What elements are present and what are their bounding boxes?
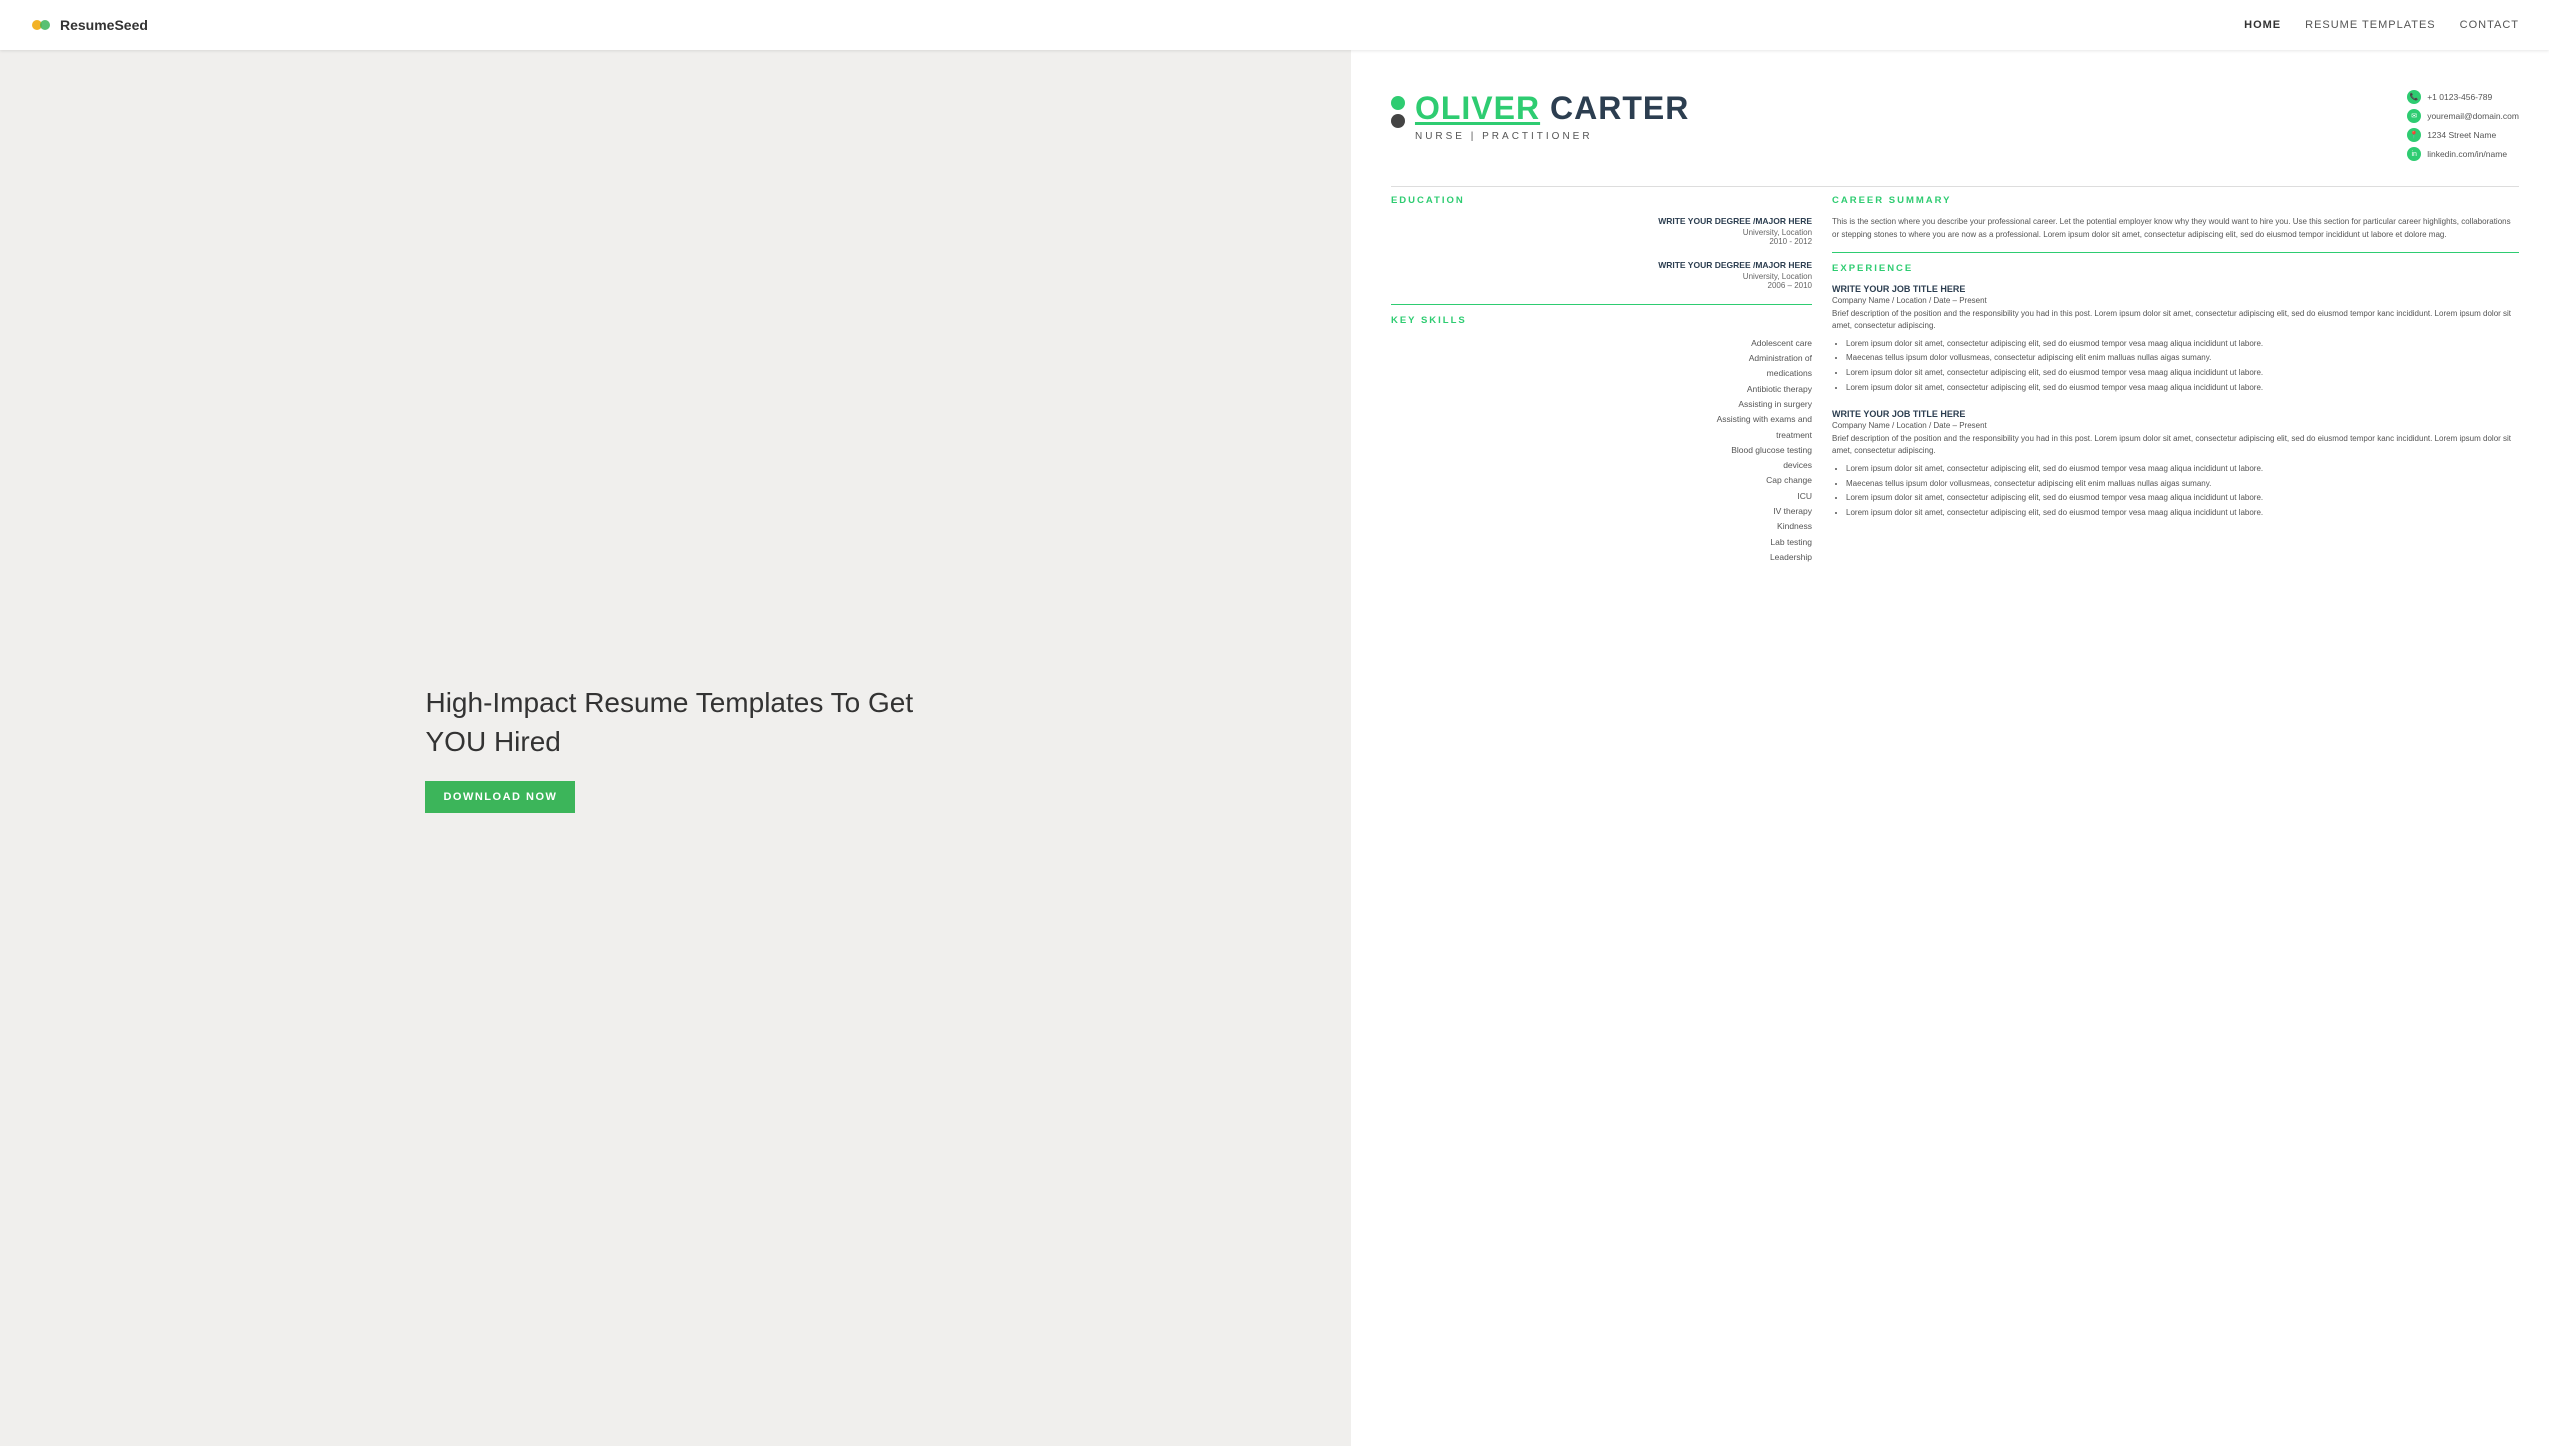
skill-11: ICU	[1391, 489, 1812, 504]
edu-years-2: 2006 – 2010	[1391, 281, 1812, 290]
career-summary-title: CAREER SUMMARY	[1832, 195, 2519, 206]
left-panel: High-Impact Resume Templates To Get YOU …	[0, 50, 1351, 1446]
contact-address: 📍 1234 Street Name	[2407, 128, 2519, 142]
header-divider	[1391, 186, 2519, 187]
career-summary-text: This is the section where you describe y…	[1832, 216, 2519, 242]
exp-bullets-1: Lorem ipsum dolor sit amet, consectetur …	[1832, 338, 2519, 395]
resume-first-name: OLIVER	[1415, 90, 1540, 126]
email-icon: ✉	[2407, 109, 2421, 123]
exp-company-2: Company Name / Location / Date – Present	[1832, 421, 2519, 430]
exp-job-title-2: WRITE YOUR JOB TITLE HERE	[1832, 409, 2519, 419]
skill-4: Antibiotic therapy	[1391, 382, 1812, 397]
summary-exp-divider	[1832, 252, 2519, 253]
skill-2: Administration of	[1391, 351, 1812, 366]
exp-bullet-1-3: Lorem ipsum dolor sit amet, consectetur …	[1846, 367, 2519, 380]
skill-5: Assisting in surgery	[1391, 397, 1812, 412]
skill-6: Assisting with exams and	[1391, 412, 1812, 427]
resume-contact-block: 📞 +1 0123-456-789 ✉ youremail@domain.com…	[2407, 90, 2519, 166]
education-section-title: EDUCATION	[1391, 195, 1812, 206]
location-icon: 📍	[2407, 128, 2421, 142]
exp-entry-2: WRITE YOUR JOB TITLE HERE Company Name /…	[1832, 409, 2519, 520]
nav-contact[interactable]: CONTACT	[2460, 19, 2519, 31]
exp-bullet-2-3: Lorem ipsum dolor sit amet, consectetur …	[1846, 492, 2519, 505]
nav-home[interactable]: HOME	[2244, 19, 2281, 31]
edu-skills-divider	[1391, 304, 1812, 305]
edu-entry-1: WRITE YOUR DEGREE /MAJOR HERE University…	[1391, 216, 1812, 246]
skill-1: Adolescent care	[1391, 336, 1812, 351]
resume-full-name: OLIVER CARTER	[1415, 90, 1689, 127]
skill-15: Leadership	[1391, 550, 1812, 565]
exp-entry-1: WRITE YOUR JOB TITLE HERE Company Name /…	[1832, 284, 2519, 395]
edu-years-1: 2010 - 2012	[1391, 237, 1812, 246]
nav-links: HOME RESUME TEMPLATES CONTACT	[2244, 19, 2519, 31]
hero-title: High-Impact Resume Templates To Get YOU …	[425, 683, 925, 761]
exp-bullet-2-2: Maecenas tellus ipsum dolor vollusmeas, …	[1846, 478, 2519, 491]
resume-name-block: OLIVER CARTER NURSE | PRACTITIONER	[1391, 90, 1689, 142]
skill-14: Lab testing	[1391, 535, 1812, 550]
exp-bullet-2-1: Lorem ipsum dolor sit amet, consectetur …	[1846, 463, 2519, 476]
skill-3: medications	[1391, 366, 1812, 381]
logo-text: ResumeSeed	[60, 17, 148, 33]
resume-preview: OLIVER CARTER NURSE | PRACTITIONER 📞 +1 …	[1351, 50, 2549, 1446]
resume-dots	[1391, 96, 1405, 128]
linkedin-icon: in	[2407, 147, 2421, 161]
exp-company-1: Company Name / Location / Date – Present	[1832, 296, 2519, 305]
navbar: ResumeSeed HOME RESUME TEMPLATES CONTACT	[0, 0, 2549, 50]
edu-entry-2: WRITE YOUR DEGREE /MAJOR HERE University…	[1391, 260, 1812, 290]
exp-desc-2: Brief description of the position and th…	[1832, 433, 2519, 457]
skill-13: Kindness	[1391, 519, 1812, 534]
exp-job-title-1: WRITE YOUR JOB TITLE HERE	[1832, 284, 2519, 294]
resume-left-column: EDUCATION WRITE YOUR DEGREE /MAJOR HERE …	[1391, 195, 1812, 565]
skill-10: Cap change	[1391, 473, 1812, 488]
nav-resume-templates[interactable]: RESUME TEMPLATES	[2305, 19, 2436, 31]
edu-degree-2: WRITE YOUR DEGREE /MAJOR HERE	[1391, 260, 1812, 272]
download-button[interactable]: DOWNLOAD NOW	[425, 781, 575, 813]
exp-bullet-2-4: Lorem ipsum dolor sit amet, consectetur …	[1846, 507, 2519, 520]
resume-body: EDUCATION WRITE YOUR DEGREE /MAJOR HERE …	[1391, 195, 2519, 565]
page-wrapper: High-Impact Resume Templates To Get YOU …	[0, 0, 2549, 1446]
phone-icon: 📞	[2407, 90, 2421, 104]
contact-linkedin: in linkedin.com/in/name	[2407, 147, 2519, 161]
exp-desc-1: Brief description of the position and th…	[1832, 308, 2519, 332]
edu-school-1: University, Location	[1391, 228, 1812, 237]
resume-right-column: CAREER SUMMARY This is the section where…	[1832, 195, 2519, 565]
skill-8: Blood glucose testing	[1391, 443, 1812, 458]
dot-dark	[1391, 114, 1405, 128]
logo[interactable]: ResumeSeed	[30, 14, 148, 36]
resume-identity: OLIVER CARTER NURSE | PRACTITIONER	[1415, 90, 1689, 142]
skill-12: IV therapy	[1391, 504, 1812, 519]
exp-bullet-1-4: Lorem ipsum dolor sit amet, consectetur …	[1846, 382, 2519, 395]
dot-green	[1391, 96, 1405, 110]
contact-phone: 📞 +1 0123-456-789	[2407, 90, 2519, 104]
skill-9: devices	[1391, 458, 1812, 473]
edu-degree-1: WRITE YOUR DEGREE /MAJOR HERE	[1391, 216, 1812, 228]
exp-bullet-1-1: Lorem ipsum dolor sit amet, consectetur …	[1846, 338, 2519, 351]
edu-school-2: University, Location	[1391, 272, 1812, 281]
contact-email: ✉ youremail@domain.com	[2407, 109, 2519, 123]
resume-header: OLIVER CARTER NURSE | PRACTITIONER 📞 +1 …	[1391, 90, 2519, 166]
skills-list: Adolescent care Administration of medica…	[1391, 336, 1812, 565]
skills-section-title: KEY SKILLS	[1391, 315, 1812, 326]
resume-last-name: CARTER	[1550, 90, 1689, 126]
logo-icon	[30, 14, 52, 36]
exp-bullets-2: Lorem ipsum dolor sit amet, consectetur …	[1832, 463, 2519, 520]
resume-job-title: NURSE | PRACTITIONER	[1415, 131, 1689, 142]
exp-bullet-1-2: Maecenas tellus ipsum dolor vollusmeas, …	[1846, 352, 2519, 365]
hero-content: High-Impact Resume Templates To Get YOU …	[425, 683, 925, 813]
skill-7: treatment	[1391, 428, 1812, 443]
experience-title: EXPERIENCE	[1832, 263, 2519, 274]
